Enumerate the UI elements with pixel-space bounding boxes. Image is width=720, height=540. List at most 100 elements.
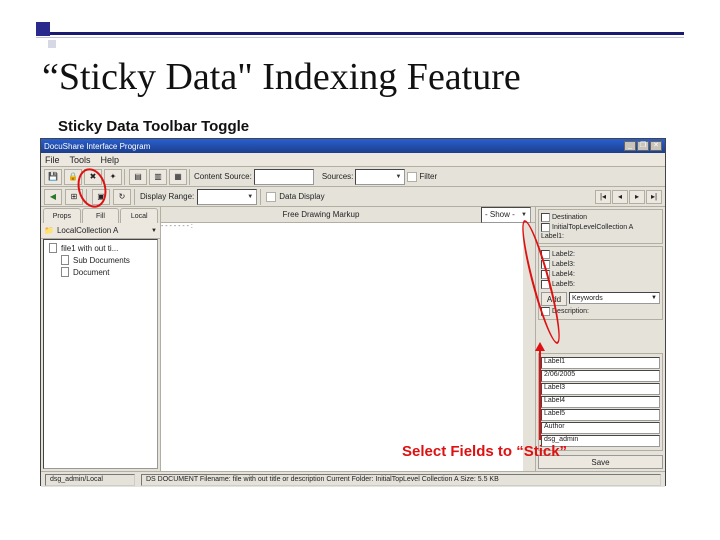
value-input-5[interactable]: Label5 xyxy=(541,409,660,421)
menu-tools[interactable]: Tools xyxy=(70,155,91,165)
close-button[interactable]: ✕ xyxy=(650,141,662,151)
nav-next-button[interactable]: ▸ xyxy=(629,190,645,204)
sources-dropdown[interactable]: ▼ xyxy=(355,169,405,185)
sticky-fields-group: Label2: Label3: Label4: Label5: Add Keyw… xyxy=(538,246,663,320)
data-display-checkbox[interactable] xyxy=(266,192,276,202)
chevron-down-icon: ▼ xyxy=(651,295,657,301)
field-label: Label2: xyxy=(552,251,660,258)
status-user: dsg_admin/Local xyxy=(45,474,135,486)
center-panel: Free Drawing Markup - Show -▼ - - - - - … xyxy=(161,207,535,471)
tree-item-document[interactable]: Document xyxy=(46,266,155,278)
window-title: DocuShare Interface Program xyxy=(44,142,150,151)
separator xyxy=(124,169,127,185)
left-panel-tabs: Props Fill Local xyxy=(41,207,160,223)
tab-local[interactable]: Local xyxy=(120,208,158,223)
nav-prev-button[interactable]: ◂ xyxy=(612,190,628,204)
document-text: - - - - - - - : xyxy=(161,223,301,263)
toolbar-button-1[interactable]: 💾 xyxy=(44,169,62,185)
tab-fill[interactable]: Fill xyxy=(82,208,120,223)
tab-props[interactable]: Props xyxy=(43,208,81,223)
rotate-icon: ↻ xyxy=(119,192,126,201)
value-input-3[interactable]: Label3 xyxy=(541,383,660,395)
nav-first-button[interactable]: |◂ xyxy=(595,190,611,204)
nav-last-button[interactable]: ▸| xyxy=(646,190,662,204)
file-icon xyxy=(48,243,58,253)
values-group: Label1 2/06/2005 Label3 Label4 Label5 Au… xyxy=(538,353,663,451)
destination-label: Destination xyxy=(552,214,660,221)
tree-icon: ⊞ xyxy=(71,192,78,201)
main-toolbar: 💾 🔒 ✖ ✦ ▤ ▥ ▦ Content Source: Sources: ▼… xyxy=(41,167,665,187)
value-input-4[interactable]: Label4 xyxy=(541,396,660,408)
collection-checkbox[interactable] xyxy=(541,223,550,232)
tree-item-subdocs[interactable]: Sub Documents xyxy=(46,254,155,266)
tree-item-label: file1 with out ti... xyxy=(61,244,118,253)
lock-icon: 🔒 xyxy=(68,172,78,181)
toolbar-button-7[interactable]: ▦ xyxy=(169,169,187,185)
document-view[interactable]: - - - - - - - : xyxy=(161,223,523,471)
rotate-button[interactable]: ↻ xyxy=(113,189,131,205)
destination-group: Destination InitialTopLevelCollection A … xyxy=(538,209,663,244)
callout-arrow xyxy=(539,345,541,440)
keywords-dropdown[interactable]: Keywords▼ xyxy=(569,292,660,304)
data-display-label: Data Display xyxy=(279,192,324,201)
destination-checkbox[interactable] xyxy=(541,213,550,222)
field-label: Label1: xyxy=(541,233,660,240)
separator xyxy=(134,189,137,205)
toolbar-button-5[interactable]: ▤ xyxy=(129,169,147,185)
left-panel-header: 📁 LocalCollection A ▼ xyxy=(41,223,160,239)
menubar: File Tools Help xyxy=(41,153,665,167)
minimize-button[interactable]: _ xyxy=(624,141,636,151)
separator xyxy=(260,189,263,205)
statusbar: dsg_admin/Local DS DOCUMENT Filename: fi… xyxy=(41,471,665,487)
tree-item-file[interactable]: file1 with out ti... xyxy=(46,242,155,254)
left-panel: Props Fill Local 📁 LocalCollection A ▼ f… xyxy=(41,207,161,471)
field-label: Label4: xyxy=(552,271,660,278)
slide-title: “Sticky Data" Indexing Feature xyxy=(42,55,521,99)
chevron-down-icon[interactable]: ▼ xyxy=(151,228,157,234)
chevron-down-icon: ▼ xyxy=(395,174,401,180)
annotation-toolbar-toggle: Sticky Data Toolbar Toggle xyxy=(58,118,249,135)
floppy-icon: 💾 xyxy=(48,172,58,181)
chevron-down-icon: ▼ xyxy=(521,212,527,218)
slide-bullet-icon-small xyxy=(48,40,56,48)
menu-help[interactable]: Help xyxy=(101,155,120,165)
initial-collection-label: InitialTopLevelCollection A xyxy=(552,224,660,231)
slide-bullet-icon xyxy=(36,22,50,36)
pin-icon: ✦ xyxy=(110,172,117,181)
sources-label: Sources: xyxy=(322,172,354,181)
status-info: DS DOCUMENT Filename: file with out titl… xyxy=(141,474,661,486)
file-tree[interactable]: file1 with out ti... Sub Documents Docum… xyxy=(43,239,158,469)
titlebar: DocuShare Interface Program _ ❐ ✕ xyxy=(41,139,665,153)
filter-label: Filter xyxy=(419,172,437,181)
doc-icon: ▦ xyxy=(174,172,182,181)
toolbar-button-6[interactable]: ▥ xyxy=(149,169,167,185)
content-source-input[interactable] xyxy=(254,169,314,185)
value-input-author[interactable]: Author xyxy=(541,422,660,434)
annotation-select-fields: Select Fields to “Stick” xyxy=(402,443,567,460)
doc-icon: ▤ xyxy=(134,172,142,181)
filter-checkbox[interactable] xyxy=(407,172,417,182)
doc-icon: ▥ xyxy=(154,172,162,181)
chevron-down-icon: ▼ xyxy=(247,194,253,200)
document-toolbar: Free Drawing Markup - Show -▼ xyxy=(161,207,535,223)
field-label: Label3: xyxy=(552,261,660,268)
menu-file[interactable]: File xyxy=(45,155,60,165)
maximize-button[interactable]: ❐ xyxy=(637,141,649,151)
description-label: Description: xyxy=(552,308,660,315)
tree-item-label: Sub Documents xyxy=(73,256,130,265)
record-nav: |◂ ◂ ▸ ▸| xyxy=(595,190,662,204)
tree-item-label: Document xyxy=(73,268,109,277)
value-input-date[interactable]: 2/06/2005 xyxy=(541,370,660,382)
toolbar-button-4[interactable]: ✦ xyxy=(104,169,122,185)
history-back-button[interactable]: ◀ xyxy=(44,189,62,205)
field-label: Label5: xyxy=(552,281,660,288)
value-input-1[interactable]: Label1 xyxy=(541,357,660,369)
app-window: DocuShare Interface Program _ ❐ ✕ File T… xyxy=(40,138,666,486)
file-icon xyxy=(60,267,70,277)
slide-divider xyxy=(36,32,684,38)
separator xyxy=(189,169,192,185)
display-range-label: Display Range: xyxy=(140,192,194,201)
markup-label: Free Drawing Markup xyxy=(283,210,360,219)
window-controls: _ ❐ ✕ xyxy=(624,141,662,151)
display-range-dropdown[interactable]: ▼ xyxy=(197,189,257,205)
